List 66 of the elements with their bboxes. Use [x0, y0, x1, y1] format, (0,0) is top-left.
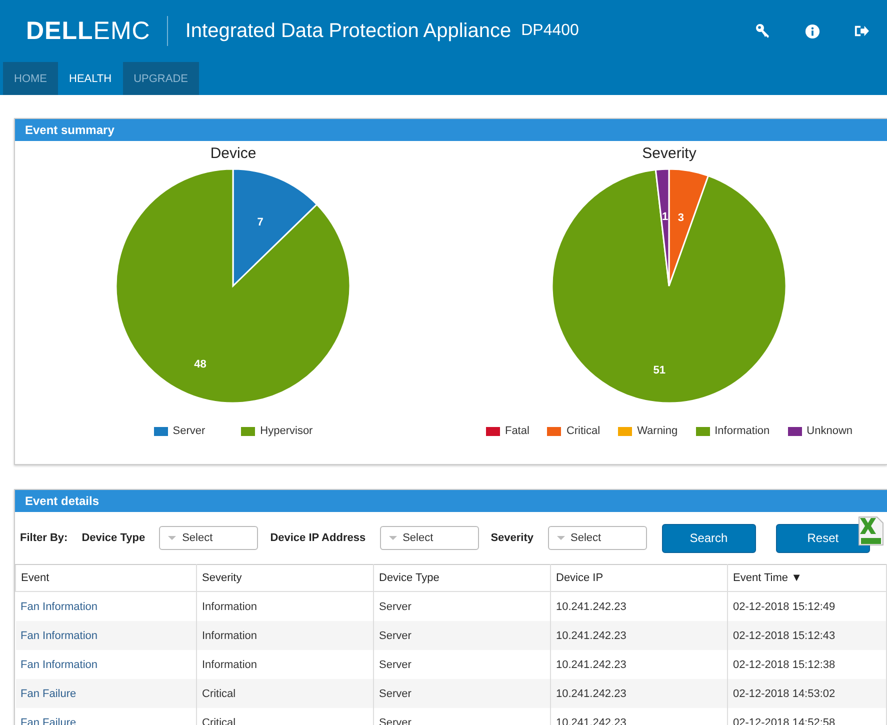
caret-icon [168, 536, 176, 540]
select-dropdown[interactable]: Select [548, 526, 647, 550]
column-header[interactable]: Device IP [550, 564, 728, 592]
legend-swatch [154, 426, 168, 436]
filter-label: Device IP Address [270, 532, 366, 544]
table-cell: Server [379, 630, 412, 642]
event-link[interactable]: Fan Information [20, 600, 98, 612]
slice-label: 51 [654, 364, 666, 377]
table-cell: Information [202, 658, 258, 670]
legend-label[interactable]: Fatal [504, 425, 530, 437]
caret-icon [556, 536, 564, 540]
column-header[interactable]: Event Time ▼ [728, 564, 886, 592]
event-link[interactable]: Fan Information [20, 658, 98, 670]
filter-label: Device Type [82, 532, 146, 544]
event-link[interactable]: Fan Information [20, 630, 98, 642]
column-header[interactable]: Event [16, 564, 196, 592]
table-cell: Server [379, 688, 412, 700]
legend-label[interactable]: Information [714, 425, 770, 437]
legend-label[interactable]: Critical [566, 425, 600, 437]
legend-label[interactable]: Warning [637, 425, 678, 437]
column-header[interactable]: Device Type [374, 564, 550, 592]
legend-swatch [547, 426, 562, 436]
brand-logo: DELLEMC [26, 16, 150, 46]
slice-label: 48 [194, 358, 207, 371]
legend-label[interactable]: Unknown [806, 425, 853, 437]
table-cell: Critical [202, 688, 236, 700]
table-cell: Server [379, 658, 412, 670]
slice-label: 7 [258, 216, 264, 228]
model-label: DP4400 [521, 22, 579, 40]
table-cell: 02-12-2018 15:12:43 [733, 630, 836, 642]
table-cell: 02-12-2018 15:12:38 [733, 658, 836, 670]
table-cell: 02-12-2018 14:53:02 [733, 688, 836, 700]
app-title: Integrated Data Protection Appliance [185, 20, 512, 42]
panel-heading: Event details [15, 490, 887, 512]
table-cell: Information [202, 630, 258, 642]
legend-swatch [486, 426, 500, 436]
info-icon[interactable] [805, 24, 820, 38]
legend-swatch [696, 426, 710, 436]
table-cell: Server [379, 600, 412, 612]
filter-label: Filter By: [20, 532, 68, 544]
select-dropdown[interactable]: Select [380, 526, 479, 550]
slice-label: 3 [678, 212, 684, 224]
slice-label: 1 [662, 210, 668, 223]
key-icon[interactable] [755, 23, 771, 39]
caret-icon [388, 536, 397, 540]
legend-swatch [618, 426, 632, 436]
logout-icon[interactable] [854, 24, 869, 38]
table-cell: Information [202, 600, 258, 612]
panel-heading: Event summary [15, 119, 887, 141]
chart-title: Severity [642, 145, 696, 162]
column-header[interactable]: Severity [196, 564, 374, 592]
select-dropdown[interactable]: Select [159, 526, 258, 550]
table-cell: 10.241.242.23 [556, 630, 626, 642]
table-cell: 10.241.242.23 [556, 600, 626, 612]
table-cell: 02-12-2018 15:12:49 [733, 600, 836, 612]
legend-label[interactable]: Hypervisor [260, 425, 313, 437]
reset-button[interactable]: Reset [776, 524, 870, 552]
table-cell: 10.241.242.23 [556, 688, 626, 700]
filter-label: Severity [490, 532, 534, 544]
table-cell: 10.241.242.23 [556, 658, 626, 670]
legend-label[interactable]: Server [172, 425, 206, 437]
search-button[interactable]: Search [662, 524, 756, 552]
legend-swatch [241, 426, 256, 436]
chart-title: Device [210, 145, 256, 162]
event-link[interactable]: Fan Failure [20, 688, 76, 700]
legend-swatch [788, 426, 802, 436]
